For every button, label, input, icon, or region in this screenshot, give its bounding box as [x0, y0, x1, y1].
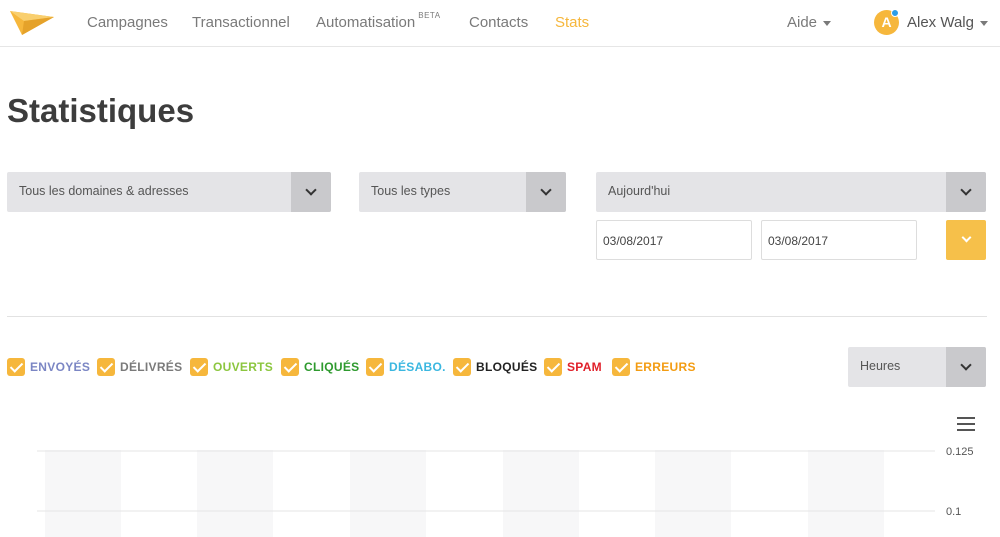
- nav-campagnes[interactable]: Campagnes: [87, 14, 168, 31]
- y-tick-label: 0.125: [946, 446, 974, 458]
- checkbox-checked-icon[interactable]: [453, 358, 471, 376]
- page-title: Statistiques: [7, 92, 195, 129]
- chart-menu-icon[interactable]: [957, 417, 975, 431]
- nav-automatisation-label: Automatisation: [316, 14, 416, 31]
- metric-label: SPAM: [567, 360, 602, 374]
- stats-chart: 0.125 0.1: [37, 446, 974, 537]
- beta-badge: BETA: [418, 11, 441, 20]
- type-select-value: Tous les types: [371, 184, 451, 198]
- metric-label: OUVERTS: [213, 360, 274, 374]
- date-from-value: 03/08/2017: [603, 234, 664, 248]
- nav-stats[interactable]: Stats: [555, 14, 589, 31]
- granularity-select-value: Heures: [860, 359, 901, 373]
- domain-select-value: Tous les domaines & adresses: [19, 184, 189, 198]
- granularity-select-toggle[interactable]: [946, 347, 986, 387]
- chart-band: [503, 450, 579, 537]
- checkbox-checked-icon[interactable]: [366, 358, 384, 376]
- granularity-select[interactable]: Heures: [848, 347, 986, 387]
- domain-select[interactable]: Tous les domaines & adresses: [7, 172, 331, 212]
- user-name: Alex Walg: [907, 14, 974, 31]
- chart-band: [808, 450, 884, 537]
- section-divider: [7, 316, 987, 317]
- metric-label: DÉLIVRÉS: [120, 360, 183, 374]
- chevron-down-icon: [823, 20, 832, 26]
- chevron-down-icon: [960, 359, 972, 371]
- metric-label: BLOQUÉS: [476, 360, 538, 374]
- chevron-down-icon: [305, 184, 317, 196]
- chart-band: [350, 450, 426, 537]
- period-select-toggle[interactable]: [946, 172, 986, 212]
- checkbox-checked-icon[interactable]: [281, 358, 299, 376]
- chart-band: [45, 450, 121, 537]
- domain-select-toggle[interactable]: [291, 172, 331, 212]
- type-select[interactable]: Tous les types: [359, 172, 566, 212]
- chevron-down-icon: [961, 232, 972, 243]
- date-from-input[interactable]: 03/08/2017: [596, 220, 752, 260]
- paper-plane-logo-icon[interactable]: [10, 9, 54, 37]
- metric-label: ENVOYÉS: [30, 360, 91, 374]
- checkbox-checked-icon[interactable]: [97, 358, 115, 376]
- chart-band: [655, 450, 731, 537]
- help-label: Aide: [787, 14, 818, 31]
- nav-automatisation[interactable]: Automatisation BETA: [316, 11, 441, 31]
- y-tick-label: 0.1: [946, 506, 961, 518]
- checkbox-checked-icon[interactable]: [7, 358, 25, 376]
- nav-contacts[interactable]: Contacts: [469, 14, 528, 31]
- chevron-down-icon: [540, 184, 552, 196]
- date-apply-button[interactable]: [946, 220, 986, 260]
- top-navigation: Campagnes Transactionnel Automatisation B…: [0, 0, 1000, 47]
- nav-transactionnel[interactable]: Transactionnel: [192, 14, 290, 31]
- checkbox-checked-icon[interactable]: [190, 358, 208, 376]
- checkbox-checked-icon[interactable]: [544, 358, 562, 376]
- notification-dot: [891, 9, 899, 17]
- metric-label: CLIQUÉS: [304, 360, 360, 374]
- date-to-input[interactable]: 03/08/2017: [761, 220, 917, 260]
- period-select[interactable]: Aujourd'hui: [596, 172, 986, 212]
- metric-label: DÉSABO.: [389, 360, 446, 374]
- metric-label: ERREURS: [635, 360, 696, 374]
- date-to-value: 03/08/2017: [768, 234, 829, 248]
- period-select-value: Aujourd'hui: [608, 184, 671, 198]
- chevron-down-icon: [979, 20, 988, 26]
- user-menu[interactable]: Alex Walg: [907, 14, 988, 31]
- help-menu[interactable]: Aide: [787, 14, 832, 31]
- chevron-down-icon: [960, 184, 972, 196]
- checkbox-checked-icon[interactable]: [612, 358, 630, 376]
- type-select-toggle[interactable]: [526, 172, 566, 212]
- chart-band: [197, 450, 273, 537]
